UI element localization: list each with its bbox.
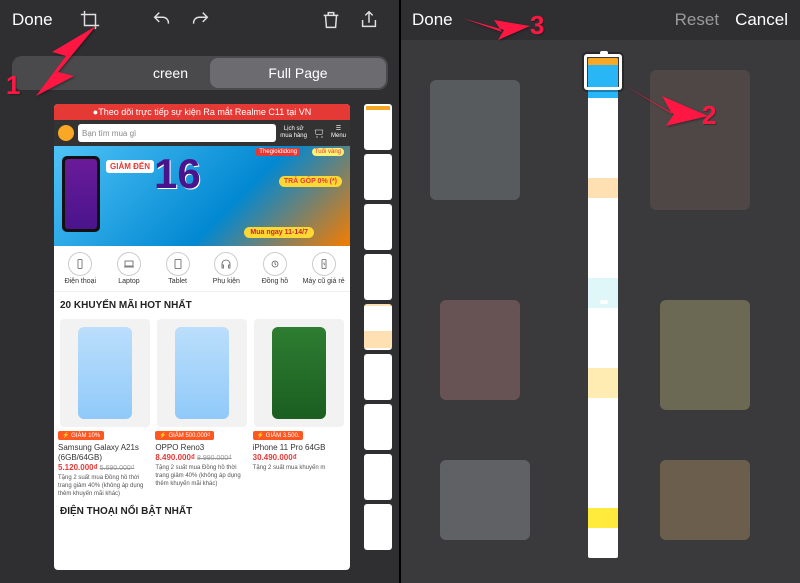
product-card[interactable]: mừng SINH NHẬT GIẢM SỐC ⚡ GIẢM 10% Samsu… — [58, 319, 151, 498]
tab-fullpage[interactable]: Full Page — [210, 58, 386, 88]
page-thumb[interactable] — [364, 104, 392, 150]
cat-phone[interactable]: Điện thoại — [58, 252, 102, 285]
banner-tgdd-tag: Thegioididong — [256, 148, 300, 156]
refurb-icon — [312, 252, 336, 276]
laptop-icon — [117, 252, 141, 276]
reset-button[interactable]: Reset — [675, 10, 719, 30]
product-name: OPPO Reno3 — [155, 443, 248, 453]
hot-promotions-heading: 20 KHUYẾN MÃI HOT NHẤT — [54, 292, 350, 319]
crop-handle-top[interactable] — [600, 51, 608, 55]
site-header: Bạn tìm mua gì Lịch sử mua hàng ☰Menu — [54, 120, 350, 146]
headphone-icon — [214, 252, 238, 276]
fullpage-strip[interactable] — [588, 58, 618, 558]
done-button[interactable]: Done — [412, 10, 453, 30]
product-note: Tặng 2 suất mua khuyến m — [253, 464, 346, 472]
page-thumb[interactable] — [364, 504, 392, 550]
product-old-price: 8.990.000₫ — [197, 455, 232, 462]
discount-badge: ⚡ GIẢM 3.500. — [253, 431, 304, 440]
trash-icon[interactable] — [320, 9, 342, 31]
annotation-label-2: 2 — [702, 100, 716, 131]
search-input[interactable]: Bạn tìm mua gì — [78, 124, 276, 142]
notice-bar: ● Theo dõi trực tiếp sự kiện Ra mắt Real… — [54, 104, 350, 120]
banner-buy-now[interactable]: Mua ngay 11-14/7 — [244, 227, 314, 238]
banner-gold-tag: Tuổi vàng — [312, 148, 344, 156]
annotation-arrow-3 — [458, 8, 538, 53]
banner-installment-tag: TRẢ GÓP 0% (*) — [279, 176, 342, 187]
annotation-label-1: 1 — [6, 70, 20, 101]
page-thumbnail-rail[interactable] — [364, 104, 392, 570]
promo-banner[interactable]: GIẢM ĐẾN Thegioididong Tuổi vàng 16 TRẢ … — [54, 146, 350, 246]
annotation-label-3: 3 — [530, 10, 544, 41]
product-image — [60, 319, 150, 427]
page-thumb[interactable] — [364, 154, 392, 200]
cat-tablet[interactable]: Tablet — [156, 252, 200, 285]
cat-used[interactable]: Máy cũ giá rẻ — [302, 252, 346, 285]
crop-handle-mid[interactable] — [600, 300, 608, 304]
undo-icon[interactable] — [151, 9, 173, 31]
cancel-button[interactable]: Cancel — [735, 10, 788, 30]
cat-laptop[interactable]: Laptop — [107, 252, 151, 285]
cart-icon[interactable] — [311, 125, 327, 141]
discount-badge: ⚡ GIẢM 500.000₫ — [155, 431, 214, 440]
annotation-arrow-2 — [616, 72, 716, 147]
page-thumb[interactable] — [364, 204, 392, 250]
featured-phones-heading: ĐIỆN THOẠI NỔI BẬT NHẤT — [54, 498, 350, 525]
product-name: iPhone 11 Pro 64GB — [253, 443, 346, 453]
product-name: Samsung Galaxy A21s (6GB/64GB) — [58, 443, 151, 463]
cat-watch[interactable]: Đồng hồ — [253, 252, 297, 285]
page-thumb[interactable] — [364, 404, 392, 450]
product-card[interactable]: mừng SINH NHẬT GIẢM SỐC ⚡ GIẢM 500.000₫ … — [155, 319, 248, 498]
page-thumb[interactable] — [364, 304, 392, 350]
product-price: 8.490.000₫ — [155, 453, 195, 462]
menu-button[interactable]: ☰Menu — [331, 126, 346, 140]
product-old-price: 5.690.000₫ — [100, 465, 135, 472]
product-card[interactable]: mừng SINH NHẬT GIẢM SỐC ⚡ GIẢM 3.500. iP… — [253, 319, 346, 498]
product-note: Tặng 2 suất mua Đồng hồ thời trang giảm … — [58, 474, 151, 498]
product-row: mừng SINH NHẬT GIẢM SỐC ⚡ GIẢM 10% Samsu… — [54, 319, 350, 498]
annotation-arrow-1 — [18, 20, 118, 105]
product-image — [157, 319, 247, 427]
phone-icon — [68, 252, 92, 276]
fullpage-preview[interactable]: ● Theo dõi trực tiếp sự kiện Ra mắt Real… — [54, 104, 350, 570]
product-price: 5.120.000₫ — [58, 463, 98, 472]
watch-icon — [263, 252, 287, 276]
banner-big-number: 16 — [154, 150, 201, 198]
banner-discount-chip: GIẢM ĐẾN — [106, 160, 154, 173]
page-thumb[interactable] — [364, 354, 392, 400]
tablet-icon — [166, 252, 190, 276]
product-note: Tặng 2 suất mua Đồng hồ thời trang giảm … — [155, 464, 248, 488]
share-icon[interactable] — [358, 9, 380, 31]
cat-accessory[interactable]: Phụ kiện — [204, 252, 248, 285]
page-thumb[interactable] — [364, 454, 392, 500]
site-logo-icon — [58, 125, 74, 141]
order-history-link[interactable]: Lịch sử mua hàng — [280, 126, 307, 140]
crop-editor-right: Done Reset Cancel — [400, 0, 800, 583]
category-row: Điện thoại Laptop Tablet Phụ kiện Đồng h… — [54, 246, 350, 292]
discount-badge: ⚡ GIẢM 10% — [58, 431, 104, 440]
product-image — [254, 319, 344, 427]
page-thumb[interactable] — [364, 254, 392, 300]
product-price: 30.490.000₫ — [253, 453, 297, 462]
frame-divider — [399, 0, 401, 583]
redo-icon[interactable] — [189, 9, 211, 31]
banner-phone-image — [62, 156, 100, 232]
